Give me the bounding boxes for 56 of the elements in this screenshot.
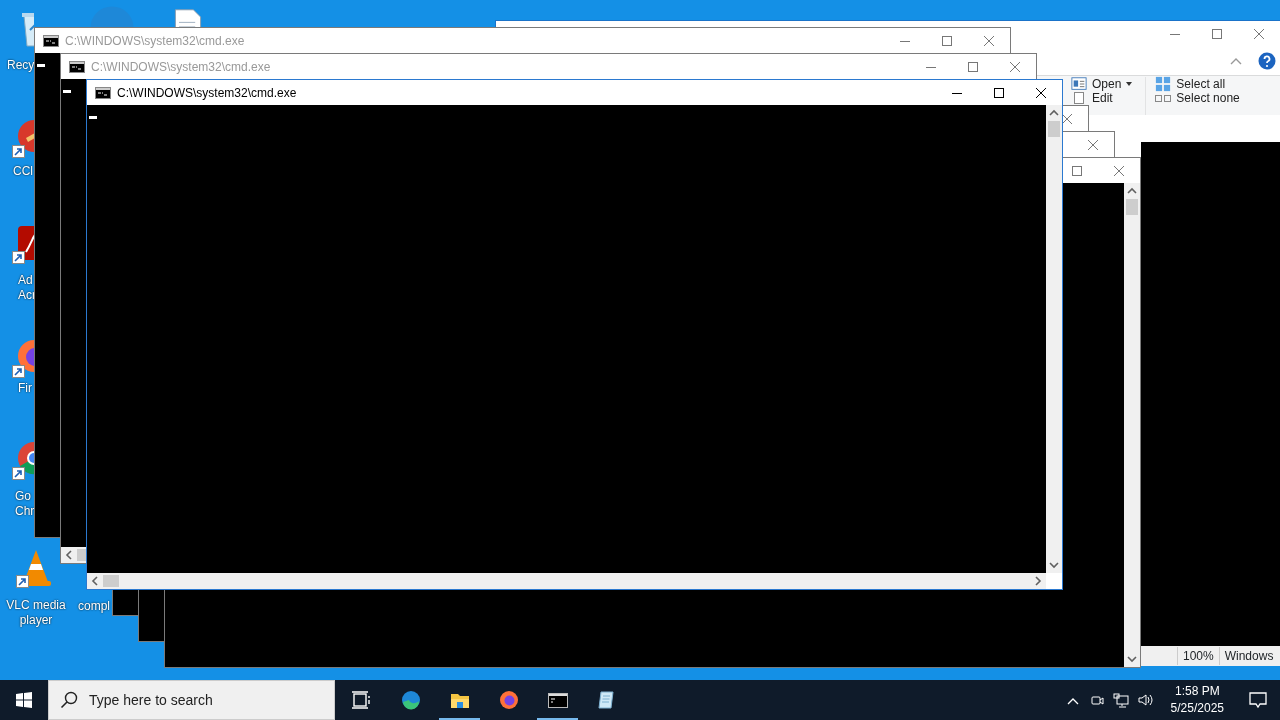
app-icon[interactable] <box>12 118 34 158</box>
volume-icon[interactable] <box>1136 692 1153 708</box>
scrollbar-thumb[interactable] <box>1126 199 1138 215</box>
text-cursor <box>63 90 71 93</box>
close-icon[interactable] <box>1114 165 1124 176</box>
icon-label[interactable]: CCl <box>13 164 33 179</box>
ribbon-button[interactable]: Edit <box>1070 91 1134 105</box>
maximize-icon[interactable] <box>942 35 952 46</box>
maximize-icon[interactable] <box>968 61 978 72</box>
clock-time[interactable]: 1:58 PM <box>1170 683 1224 700</box>
terminal-icon <box>43 34 59 47</box>
window-title: C:\WINDOWS\system32\cmd.exe <box>65 32 245 50</box>
window-title: C:\WINDOWS\system32\cmd.exe <box>91 58 271 76</box>
close-icon[interactable] <box>1062 113 1072 124</box>
close-icon[interactable] <box>1010 61 1020 72</box>
icon-label[interactable]: VLC media player <box>1 598 71 628</box>
icon-label[interactable]: Ad Acr <box>18 273 36 303</box>
maximize-icon <box>1212 29 1222 39</box>
windows-logo-icon <box>16 692 32 708</box>
caret-icon <box>1125 81 1134 87</box>
network-icon[interactable] <box>1112 692 1129 708</box>
search-field[interactable]: Type here to search <box>48 680 335 720</box>
text-cursor <box>37 64 45 67</box>
status-text: 100% <box>1177 647 1219 665</box>
scrollbar-thumb[interactable] <box>103 575 119 587</box>
clock-date[interactable]: 5/25/2025 <box>1170 700 1224 717</box>
scrollbar-thumb[interactable] <box>77 549 86 561</box>
terminal-icon <box>69 60 85 73</box>
close-icon[interactable] <box>1088 139 1098 150</box>
notepad-icon <box>596 690 617 710</box>
status-text: Windows <box>1218 647 1279 665</box>
terminal-icon <box>95 86 111 99</box>
scrollbar-thumb[interactable] <box>1048 121 1060 137</box>
collapse-ribbon-icon[interactable] <box>1230 57 1242 65</box>
ribbon-button[interactable]: Open <box>1070 77 1134 91</box>
select-all-icon <box>1154 76 1173 92</box>
browser-icon <box>400 690 421 710</box>
notification-icon[interactable] <box>1248 690 1268 710</box>
maximize-icon <box>994 87 1004 98</box>
maximize-icon[interactable] <box>1072 165 1082 176</box>
select-none-icon <box>1155 94 1172 102</box>
window-title: C:\WINDOWS\system32\cmd.exe <box>117 84 297 102</box>
icon-label[interactable]: Recy <box>7 58 35 73</box>
browser-icon <box>498 690 519 710</box>
close-icon <box>1254 29 1264 39</box>
terminal-icon <box>547 690 568 710</box>
ribbon-button[interactable]: Select none <box>1154 91 1240 105</box>
icon-label[interactable]: Fir <box>18 381 32 396</box>
icon-label[interactable]: Go Chr <box>15 489 35 519</box>
task-view-icon <box>351 690 371 710</box>
close-icon[interactable] <box>984 35 994 46</box>
close-icon <box>1036 87 1046 98</box>
icon-label[interactable]: compl <box>78 599 110 614</box>
ribbon-button[interactable]: Select all <box>1154 77 1240 91</box>
text-cursor <box>89 116 97 119</box>
help-icon[interactable] <box>1258 52 1276 70</box>
